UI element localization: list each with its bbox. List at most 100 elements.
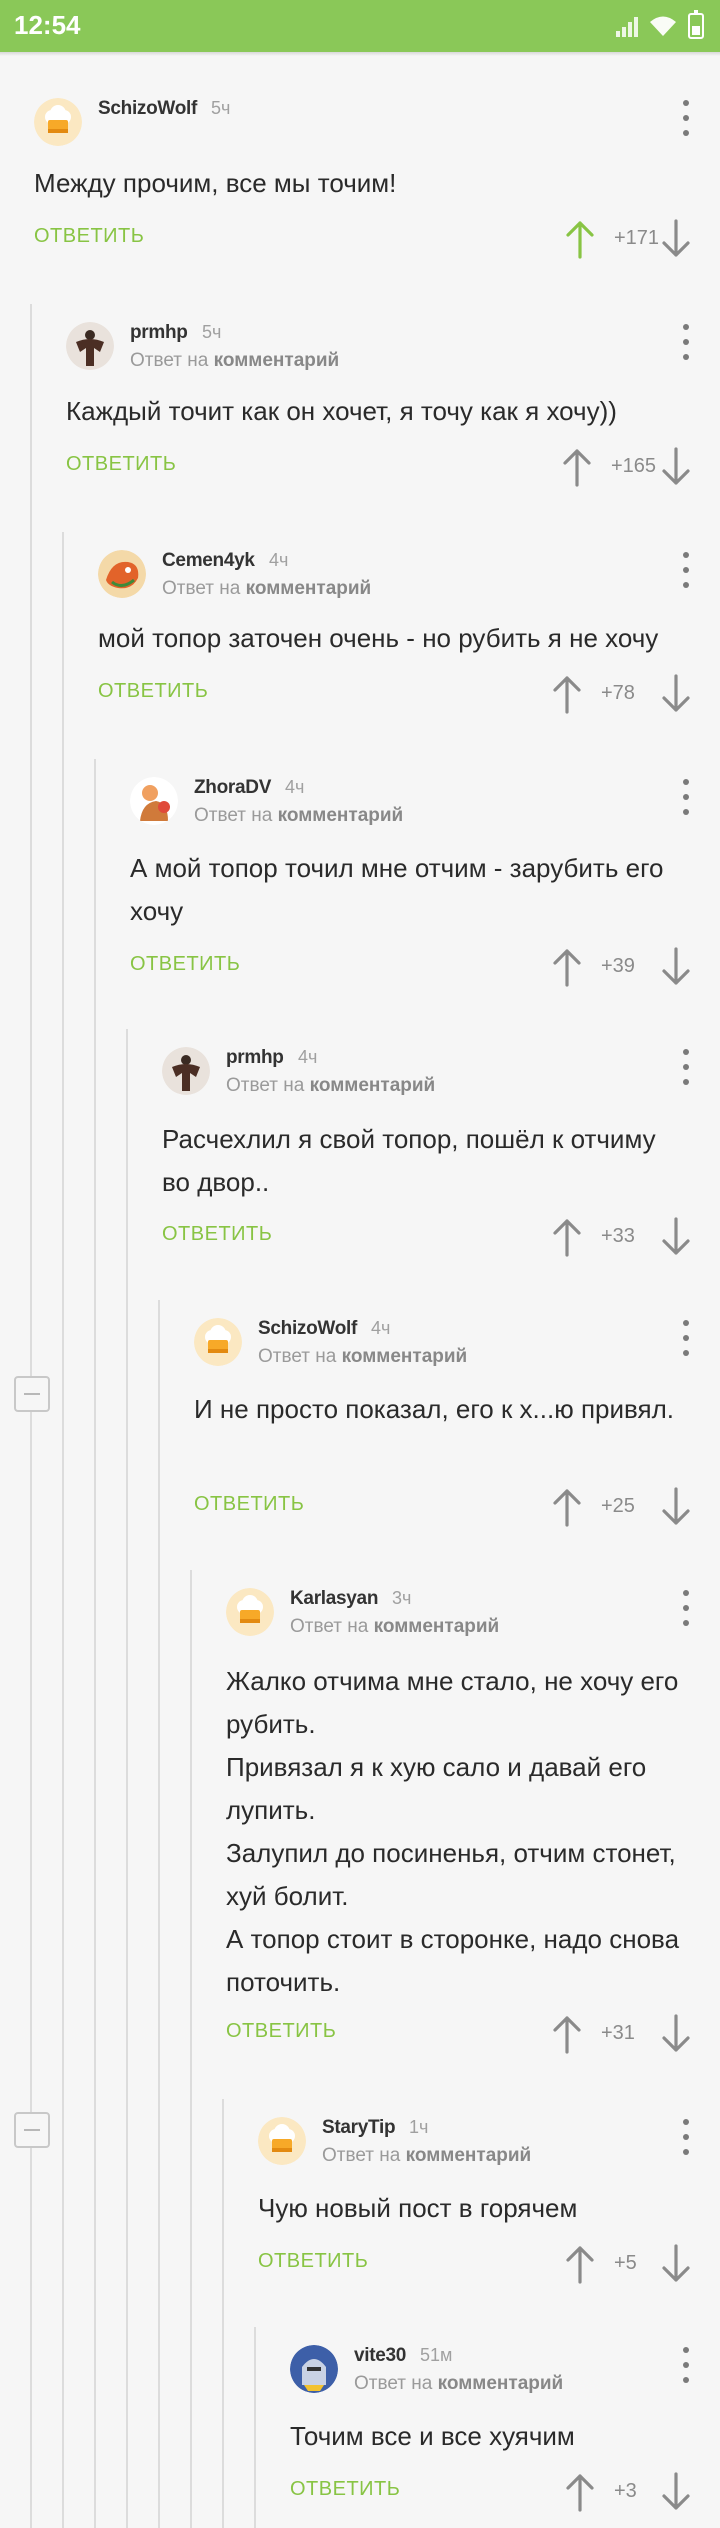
signal-icon <box>616 15 638 37</box>
comment: Cemen4yk 4ч Ответ на комментарий <box>98 550 720 610</box>
more-options-icon[interactable] <box>682 1320 690 1356</box>
comment-time: 1ч <box>409 2117 429 2137</box>
reply-target-link[interactable]: комментарий <box>310 1075 436 1096</box>
author-name[interactable]: prmhp <box>130 322 188 344</box>
author-name[interactable]: prmhp <box>226 1047 284 1069</box>
avatar[interactable] <box>258 2117 306 2165</box>
downvote-icon[interactable] <box>658 2244 694 2284</box>
reply-target-link[interactable]: комментарий <box>406 2145 532 2166</box>
author-name[interactable]: SchizoWolf <box>258 1318 357 1340</box>
downvote-icon[interactable] <box>658 1487 694 1527</box>
avatar[interactable] <box>194 1318 242 1366</box>
comment: SchizoWolf 4ч Ответ на комментарий <box>194 1318 720 1378</box>
comment-text: Каждый точит как он хочет, я точу как я … <box>66 396 617 426</box>
reply-to-label: Ответ на комментарий <box>354 2373 563 2395</box>
avatar[interactable] <box>162 1047 210 1095</box>
reply-button[interactable]: ОТВЕТИТЬ <box>290 2478 400 2501</box>
author-name[interactable]: Karlasyan <box>290 1588 378 1610</box>
comment-actions: ОТВЕТИТЬ +165 <box>66 443 720 493</box>
downvote-icon[interactable] <box>658 947 694 987</box>
upvote-icon[interactable] <box>549 1217 585 1257</box>
comment-time: 5ч <box>211 98 231 118</box>
author-name[interactable]: Cemen4yk <box>162 550 255 572</box>
status-time: 12:54 <box>14 10 81 40</box>
thread-line <box>126 1029 128 2528</box>
more-options-icon[interactable] <box>682 2347 690 2383</box>
comment-text: мой топор заточен очень - но рубить я не… <box>98 623 659 653</box>
collapse-thread-button[interactable] <box>14 2112 50 2148</box>
comment-header: Karlasyan 3ч Ответ на комментарий <box>226 1588 720 1648</box>
upvote-icon[interactable] <box>549 1487 585 1527</box>
reply-prefix: Ответ на <box>162 578 246 599</box>
comment-text: Жалко отчима мне стало, не хочу его руби… <box>226 1666 680 1997</box>
upvote-icon[interactable] <box>549 674 585 714</box>
author-name[interactable]: ZhoraDV <box>194 777 271 799</box>
reply-button[interactable]: ОТВЕТИТЬ <box>226 2020 336 2043</box>
comment-score: +31 <box>601 2022 635 2044</box>
reply-button[interactable]: ОТВЕТИТЬ <box>34 225 144 248</box>
reply-target-link[interactable]: комментарий <box>214 350 340 371</box>
avatar[interactable] <box>66 322 114 370</box>
more-options-icon[interactable] <box>682 324 690 360</box>
reply-button[interactable]: ОТВЕТИТЬ <box>258 2250 368 2273</box>
more-options-icon[interactable] <box>682 1049 690 1085</box>
reply-button[interactable]: ОТВЕТИТЬ <box>98 680 208 703</box>
comment-score: +78 <box>601 682 635 704</box>
author-name[interactable]: StaryTip <box>322 2117 396 2139</box>
upvote-icon[interactable] <box>562 219 598 259</box>
comment: ZhoraDV 4ч Ответ на комментарий <box>130 777 720 837</box>
reply-button[interactable]: ОТВЕТИТЬ <box>194 1493 304 1516</box>
reply-to-label: Ответ на комментарий <box>290 1616 499 1638</box>
comment-score: +3 <box>614 2480 637 2502</box>
avatar[interactable] <box>130 777 178 825</box>
more-options-icon[interactable] <box>682 779 690 815</box>
avatar[interactable] <box>34 98 82 146</box>
upvote-icon[interactable] <box>562 2244 598 2284</box>
reply-target-link[interactable]: комментарий <box>246 578 372 599</box>
comment-text: И не просто показал, его к х...ю привял. <box>194 1394 675 1424</box>
reply-target-link[interactable]: комментарий <box>278 805 404 826</box>
reply-button[interactable]: ОТВЕТИТЬ <box>66 453 176 476</box>
comment: prmhp 5ч Ответ на комментарий <box>66 322 720 382</box>
upvote-icon[interactable] <box>549 947 585 987</box>
reply-target-link[interactable]: комментарий <box>374 1616 500 1637</box>
collapse-thread-button[interactable] <box>14 1376 50 1412</box>
avatar[interactable] <box>98 550 146 598</box>
more-options-icon[interactable] <box>682 552 690 588</box>
comment: Karlasyan 3ч Ответ на комментарий <box>226 1588 720 1648</box>
upvote-icon[interactable] <box>562 2472 598 2512</box>
more-options-icon[interactable] <box>682 100 690 136</box>
downvote-icon[interactable] <box>658 219 694 259</box>
downvote-icon[interactable] <box>658 2472 694 2512</box>
downvote-icon[interactable] <box>658 2014 694 2054</box>
comment-time: 3ч <box>392 1588 412 1608</box>
thread-line <box>190 1570 192 2528</box>
downvote-icon[interactable] <box>658 447 694 487</box>
comment-actions: ОТВЕТИТЬ +31 <box>226 2010 720 2060</box>
downvote-icon[interactable] <box>658 1217 694 1257</box>
comment-text: А мой топор точил мне отчим - зарубить е… <box>130 853 664 926</box>
comment-actions: ОТВЕТИТЬ +33 <box>162 1213 720 1263</box>
thread-line <box>254 2327 256 2528</box>
author-name[interactable]: SchizoWolf <box>98 98 197 120</box>
upvote-icon[interactable] <box>549 2014 585 2054</box>
more-options-icon[interactable] <box>682 1590 690 1626</box>
avatar[interactable] <box>226 1588 274 1636</box>
reply-prefix: Ответ на <box>194 805 278 826</box>
reply-button[interactable]: ОТВЕТИТЬ <box>130 953 240 976</box>
reply-target-link[interactable]: комментарий <box>438 2373 564 2394</box>
comment-score: +5 <box>614 2252 637 2274</box>
avatar[interactable] <box>290 2345 338 2393</box>
comment-time: 4ч <box>285 777 305 797</box>
reply-to-label: Ответ на комментарий <box>258 1346 467 1368</box>
downvote-icon[interactable] <box>658 674 694 714</box>
comment-header: ZhoraDV 4ч Ответ на комментарий <box>130 777 720 837</box>
author-name[interactable]: vite30 <box>354 2345 406 2367</box>
reply-target-link[interactable]: комментарий <box>342 1346 468 1367</box>
more-options-icon[interactable] <box>682 2119 690 2155</box>
comment-score: +25 <box>601 1495 635 1517</box>
reply-to-label: Ответ на комментарий <box>322 2145 531 2167</box>
reply-button[interactable]: ОТВЕТИТЬ <box>162 1223 272 1246</box>
upvote-icon[interactable] <box>559 447 595 487</box>
comment-actions: ОТВЕТИТЬ +39 <box>130 943 720 993</box>
